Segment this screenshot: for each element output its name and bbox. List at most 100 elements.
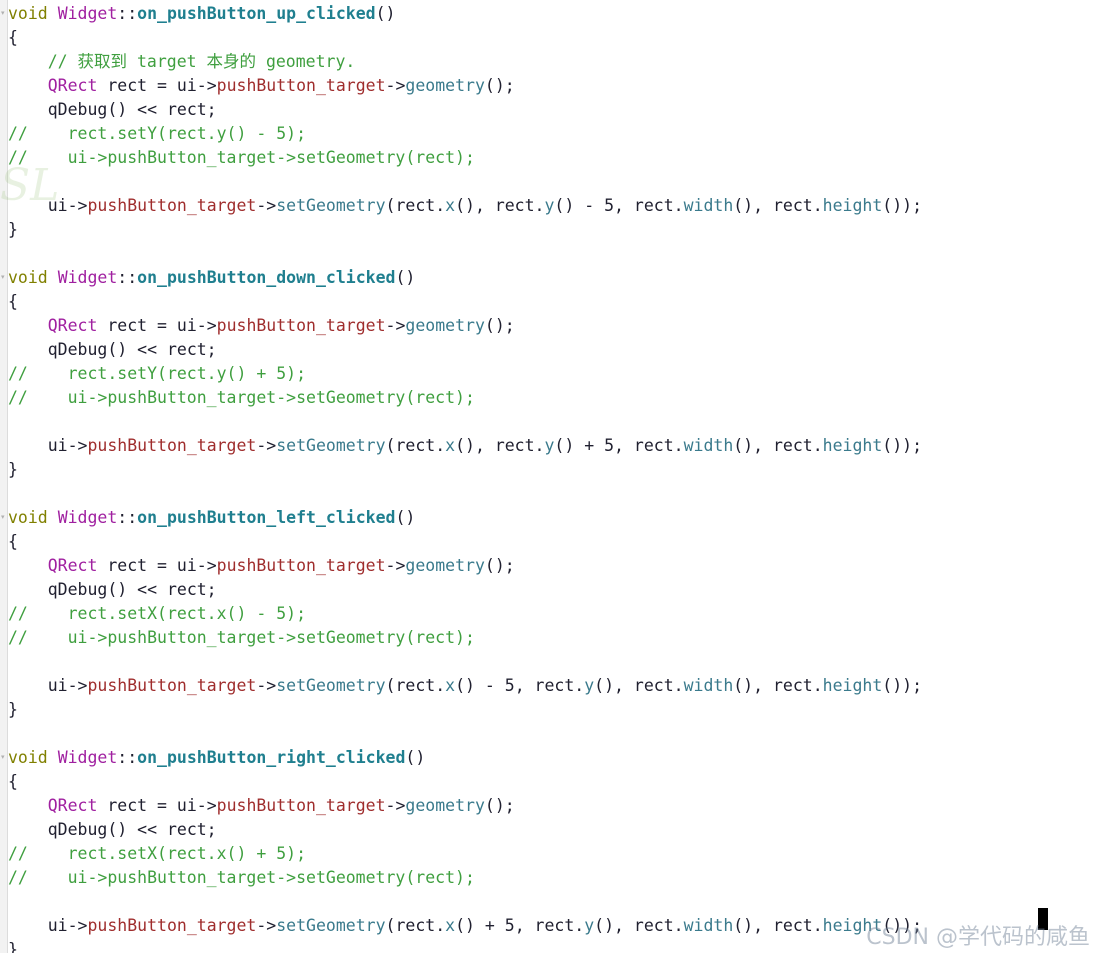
- code-token-plain: rect = ui: [97, 796, 197, 815]
- code-line[interactable]: }: [8, 458, 18, 482]
- code-line[interactable]: {: [8, 770, 18, 794]
- code-line[interactable]: // rect.setY(rect.y() - 5);: [8, 122, 306, 146]
- code-token-plain: ->: [67, 916, 88, 935]
- code-line[interactable]: }: [8, 218, 18, 242]
- code-token-comment: // ui->pushButton_target->setGeometry(re…: [8, 388, 475, 407]
- code-token-type: QRect: [47, 556, 98, 575]
- code-token-plain: (), rect.: [594, 916, 684, 935]
- code-token-type: Widget: [57, 268, 118, 287]
- code-token-plain: (), rect.: [733, 436, 823, 455]
- code-line[interactable]: ui->pushButton_target->setGeometry(rect.…: [8, 434, 922, 458]
- code-line[interactable]: qDebug() << rect;: [8, 98, 217, 122]
- code-token-method: x: [445, 196, 456, 215]
- code-token-plain: () -: [455, 676, 505, 695]
- code-token-method: geometry: [405, 796, 485, 815]
- code-token-fndef: on_pushButton_left_clicked: [137, 508, 396, 527]
- code-line[interactable]: qDebug() << rect;: [8, 818, 217, 842]
- code-token-num: 5: [604, 436, 615, 455]
- code-token-member: pushButton_target: [87, 676, 257, 695]
- code-token-plain: , rect.: [514, 676, 585, 695]
- code-token-comment: // rect.setY(rect.y() + 5);: [8, 364, 307, 383]
- code-token-brace: {: [8, 28, 18, 47]
- code-token-plain: ();: [484, 796, 515, 815]
- code-line[interactable]: ui->pushButton_target->setGeometry(rect.…: [8, 674, 922, 698]
- code-line[interactable]: }: [8, 938, 18, 953]
- code-line[interactable]: void Widget::on_pushButton_right_clicked…: [8, 746, 425, 770]
- code-token-plain: rect = ui: [97, 316, 197, 335]
- code-line[interactable]: // ui->pushButton_target->setGeometry(re…: [8, 626, 475, 650]
- code-line[interactable]: qDebug() << rect;: [8, 578, 217, 602]
- code-token-plain: ();: [484, 556, 515, 575]
- code-token-method: width: [683, 916, 734, 935]
- code-line[interactable]: QRect rect = ui->pushButton_target->geom…: [8, 74, 515, 98]
- code-line[interactable]: // rect.setX(rect.x() - 5);: [8, 602, 306, 626]
- code-token-comment: // rect.setY(rect.y() - 5);: [8, 124, 307, 143]
- fold-collapse-icon[interactable]: ▾: [1, 10, 6, 17]
- code-line[interactable]: // ui->pushButton_target->setGeometry(re…: [8, 866, 475, 890]
- code-token-brace: {: [8, 772, 18, 791]
- code-line[interactable]: // ui->pushButton_target->setGeometry(re…: [8, 146, 475, 170]
- fold-collapse-icon[interactable]: ▾: [1, 754, 6, 761]
- code-token-plain: () << rect;: [107, 340, 217, 359]
- code-token-member: pushButton_target: [216, 76, 386, 95]
- code-line[interactable]: {: [8, 530, 18, 554]
- code-token-comment: // rect.setX(rect.x() - 5);: [8, 604, 307, 623]
- code-token-plain: ->: [385, 76, 406, 95]
- code-text-area[interactable]: void Widget::on_pushButton_up_clicked(){…: [8, 0, 1096, 953]
- code-token-member: pushButton_target: [216, 556, 386, 575]
- code-token-method: x: [445, 676, 456, 695]
- code-line[interactable]: QRect rect = ui->pushButton_target->geom…: [8, 314, 515, 338]
- code-token-plain: qDebug: [8, 340, 108, 359]
- code-line[interactable]: // rect.setX(rect.x() + 5);: [8, 842, 306, 866]
- code-token-plain: () -: [554, 196, 605, 215]
- code-token-member: pushButton_target: [216, 796, 386, 815]
- code-line[interactable]: void Widget::on_pushButton_up_clicked(): [8, 2, 395, 26]
- editor-fold-gutter[interactable]: ▾ ▾ ▾ ▾: [0, 0, 8, 953]
- code-line[interactable]: ui->pushButton_target->setGeometry(rect.…: [8, 194, 922, 218]
- code-line[interactable]: QRect rect = ui->pushButton_target->geom…: [8, 794, 515, 818]
- code-line[interactable]: // ui->pushButton_target->setGeometry(re…: [8, 386, 475, 410]
- code-line[interactable]: }: [8, 698, 18, 722]
- code-token-plain: , rect.: [514, 916, 585, 935]
- code-token-method: geometry: [405, 316, 485, 335]
- code-token-member: pushButton_target: [87, 196, 257, 215]
- code-line[interactable]: void Widget::on_pushButton_left_clicked(…: [8, 506, 415, 530]
- code-line[interactable]: qDebug() << rect;: [8, 338, 217, 362]
- code-token-plain: ();: [484, 316, 515, 335]
- code-token-brace: }: [8, 460, 18, 479]
- code-token-fndef: on_pushButton_up_clicked: [137, 4, 376, 23]
- code-line[interactable]: ui->pushButton_target->setGeometry(rect.…: [8, 914, 922, 938]
- code-line[interactable]: {: [8, 290, 18, 314]
- code-token-method: width: [683, 196, 734, 215]
- code-token-plain: , rect.: [614, 196, 684, 215]
- code-editor-screen: ▾ ▾ ▾ ▾ void Widget::on_pushButton_up_click…: [0, 0, 1096, 953]
- code-line[interactable]: QRect rect = ui->pushButton_target->geom…: [8, 554, 515, 578]
- code-token-plain: (): [395, 268, 416, 287]
- code-token-plain: (), rect.: [733, 676, 823, 695]
- code-token-method: height: [822, 916, 883, 935]
- code-token-plain: (): [395, 508, 416, 527]
- code-line[interactable]: // 获取到 target 本身的 geometry.: [8, 50, 356, 74]
- code-token-plain: ->: [196, 556, 217, 575]
- code-token-plain: ->: [67, 196, 88, 215]
- code-line[interactable]: // rect.setY(rect.y() + 5);: [8, 362, 306, 386]
- code-token-method: height: [822, 676, 883, 695]
- fold-collapse-icon[interactable]: ▾: [1, 274, 6, 281]
- code-line[interactable]: {: [8, 26, 18, 50]
- code-token-plain: (), rect.: [455, 436, 545, 455]
- code-token-plain: ());: [882, 436, 923, 455]
- code-token-plain: ->: [256, 196, 277, 215]
- code-token-plain: () +: [455, 916, 505, 935]
- code-token-type: QRect: [47, 796, 98, 815]
- code-token-plain: (), rect.: [733, 916, 823, 935]
- fold-collapse-icon[interactable]: ▾: [1, 514, 6, 521]
- code-token-plain: ());: [882, 916, 923, 935]
- code-line[interactable]: void Widget::on_pushButton_down_clicked(…: [8, 266, 415, 290]
- code-token-plain: (rect.: [385, 436, 446, 455]
- code-token-kw: void: [8, 4, 48, 23]
